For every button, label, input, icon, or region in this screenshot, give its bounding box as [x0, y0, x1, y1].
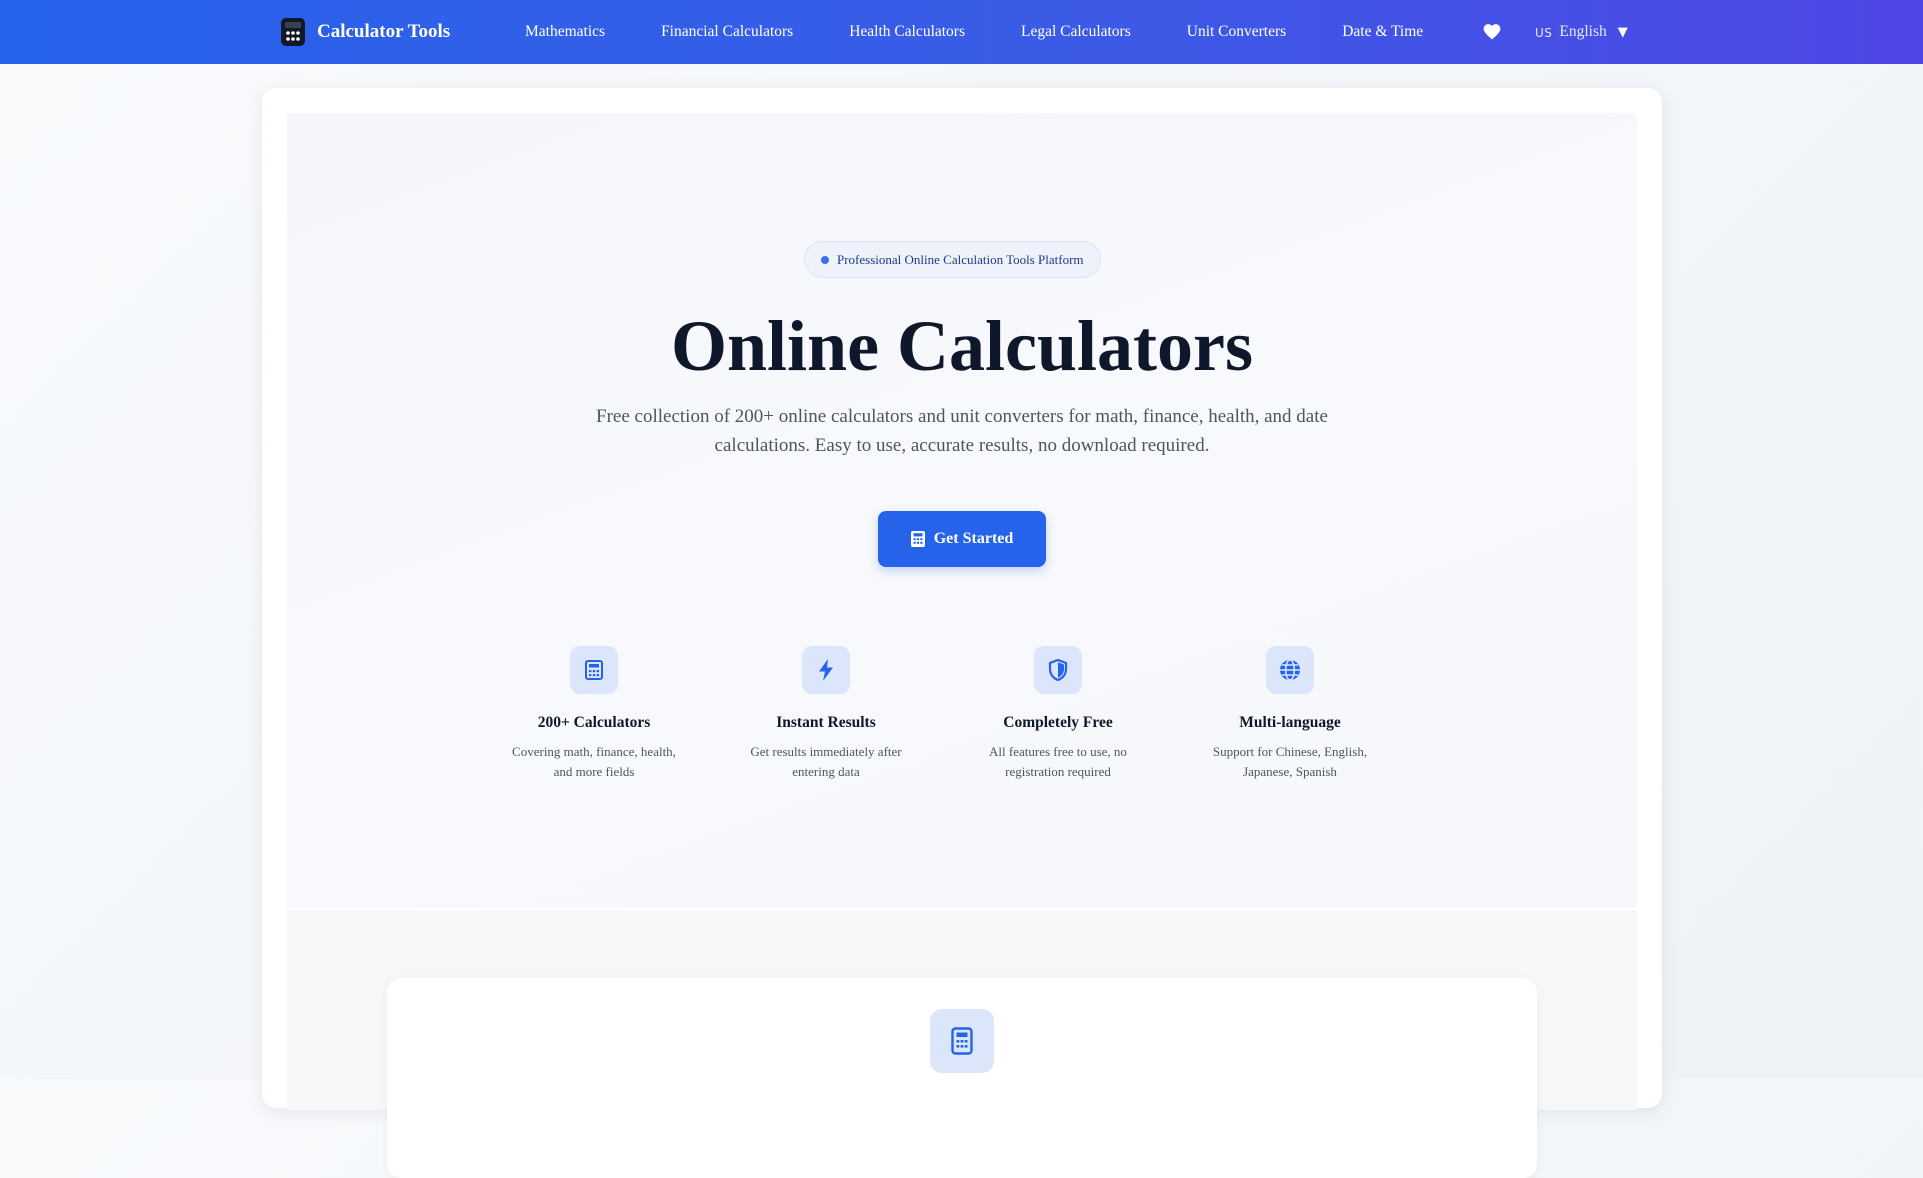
- page-title: Online Calculators: [670, 306, 1253, 386]
- feature-item-multi-language: Multi-language Support for Chinese, Engl…: [1195, 646, 1385, 782]
- feature-description: Get results immediately after entering d…: [750, 744, 902, 780]
- hero-badge-text: Professional Online Calculation Tools Pl…: [837, 251, 1084, 267]
- language-label: English: [1559, 23, 1607, 40]
- shield-icon: [1034, 646, 1082, 694]
- hero-badge: Professional Online Calculation Tools Pl…: [804, 241, 1101, 278]
- brand-logo-link[interactable]: Calculator Tools: [281, 18, 450, 46]
- feature-item-completely-free: Completely Free All features free to use…: [963, 646, 1153, 782]
- main-content-card: Professional Online Calculation Tools Pl…: [262, 88, 1662, 1178]
- get-started-label: Get Started: [933, 530, 1014, 547]
- flag-icon: US: [1535, 26, 1553, 40]
- feature-title: Completely Free: [1003, 714, 1113, 731]
- calculator-icon: [930, 1009, 994, 1073]
- nav-link-date-time[interactable]: Date & Time: [1342, 23, 1423, 41]
- heart-icon[interactable]: [1482, 22, 1502, 42]
- calculator-icon: [281, 18, 305, 46]
- feature-title: 200+ Calculators: [537, 714, 651, 731]
- brand-name: Calculator Tools: [317, 21, 451, 42]
- nav-link-financial-calculators[interactable]: Financial Calculators: [661, 23, 793, 41]
- hero-subtitle: Free collection of 200+ online calculato…: [596, 406, 1328, 456]
- feature-item-instant-results: Instant Results Get results immediately …: [731, 646, 921, 782]
- nav-link-legal-calculators[interactable]: Legal Calculators: [1021, 23, 1131, 41]
- feature-title: Multi-language: [1239, 714, 1341, 731]
- feature-description: Support for Chinese, English, Japanese, …: [1212, 744, 1368, 780]
- top-navbar: Calculator Tools Mathematics Financial C…: [0, 0, 1923, 64]
- feature-title: Instant Results: [776, 714, 876, 731]
- features-row: 200+ Calculators Covering math, finance,…: [499, 646, 1427, 786]
- category-card: [387, 978, 1537, 1178]
- caret-down-icon: ▼: [1617, 24, 1628, 40]
- feature-item-calculators: 200+ Calculators Covering math, finance,…: [499, 646, 689, 782]
- language-selector[interactable]: US English ▼: [1535, 0, 1628, 64]
- hero-section: Professional Online Calculation Tools Pl…: [287, 113, 1637, 910]
- calculator-icon: [910, 531, 925, 547]
- get-started-button[interactable]: Get Started: [878, 511, 1046, 567]
- nav-link-unit-converters[interactable]: Unit Converters: [1187, 23, 1286, 41]
- feature-description: All features free to use, no registratio…: [989, 744, 1127, 780]
- nav-link-mathematics[interactable]: Mathematics: [525, 23, 605, 41]
- calculators-section: [287, 910, 1637, 1178]
- globe-icon: [1266, 646, 1314, 694]
- badge-dot-icon: [821, 255, 829, 264]
- feature-description: Covering math, finance, health, and more…: [512, 744, 676, 780]
- nav-link-health-calculators[interactable]: Health Calculators: [849, 23, 965, 41]
- calculator-icon: [570, 646, 618, 694]
- main-nav-links: Mathematics Financial Calculators Health…: [525, 0, 1423, 64]
- bolt-icon: [802, 646, 850, 694]
